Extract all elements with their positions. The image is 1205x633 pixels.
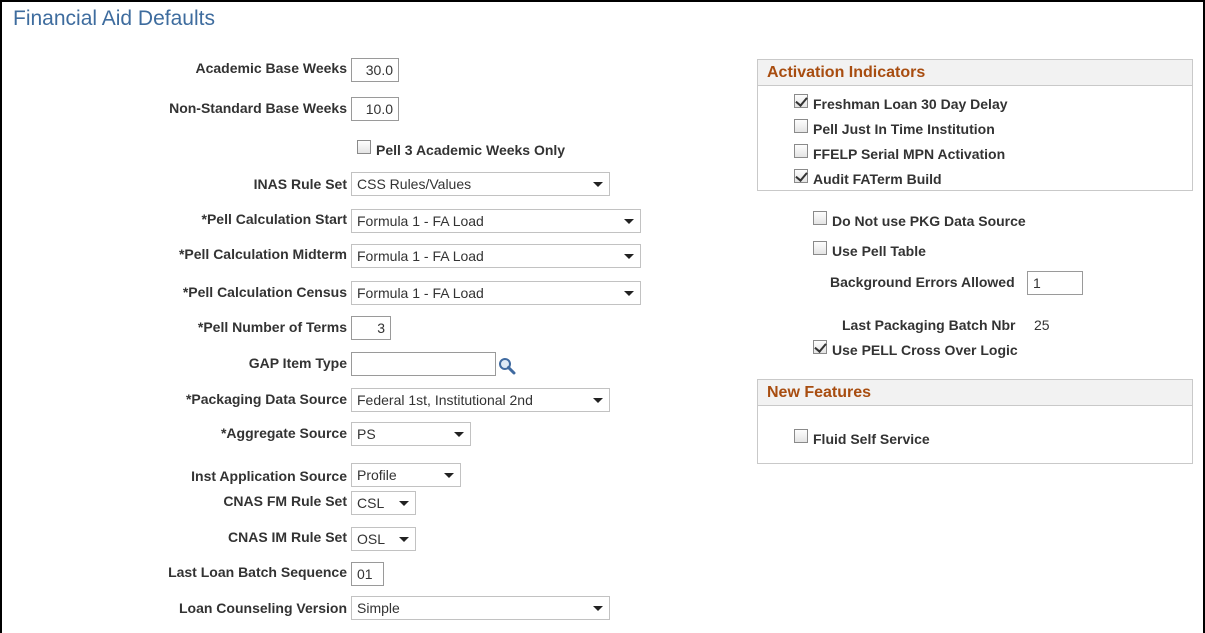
pell-3-academic-weeks-checkbox[interactable]: [357, 140, 371, 154]
pell-just-in-time-label: Pell Just In Time Institution: [813, 121, 995, 137]
academic-base-weeks-input[interactable]: 30.0: [351, 58, 399, 82]
fluid-self-service-checkbox[interactable]: [794, 429, 808, 443]
last-loan-batch-sequence-input[interactable]: 01: [351, 562, 384, 586]
chevron-down-icon: [454, 432, 464, 437]
page-title: Financial Aid Defaults: [13, 7, 215, 30]
chevron-down-icon: [444, 473, 454, 478]
use-pell-table-label: Use Pell Table: [832, 243, 926, 259]
gap-item-type-label: GAP Item Type: [248, 355, 347, 371]
activation-indicators-header: Activation Indicators: [758, 60, 1192, 86]
cnas-fm-rule-set-label: CNAS FM Rule Set: [223, 493, 347, 509]
loan-counseling-version-value: Simple: [357, 600, 400, 616]
packaging-data-source-label: *Packaging Data Source: [185, 391, 347, 407]
pell-calc-census-value: Formula 1 - FA Load: [357, 285, 484, 301]
inst-application-source-label: Inst Application Source: [191, 468, 347, 484]
gap-item-type-input[interactable]: [351, 352, 496, 376]
loan-counseling-version-label: Loan Counseling Version: [178, 600, 347, 616]
pell-calc-midterm-value: Formula 1 - FA Load: [357, 248, 484, 264]
aggregate-source-select[interactable]: PS: [351, 422, 471, 446]
last-packaging-batch-value: 25: [1034, 317, 1050, 333]
pell-calc-census-select[interactable]: Formula 1 - FA Load: [351, 281, 641, 305]
pell-calc-start-label: *Pell Calculation Start: [201, 211, 347, 227]
new-features-header: New Features: [758, 380, 1192, 406]
chevron-down-icon: [593, 398, 603, 403]
packaging-data-source-select[interactable]: Federal 1st, Institutional 2nd: [351, 388, 610, 412]
audit-faterm-build-checkbox[interactable]: [794, 169, 808, 183]
last-packaging-batch-label: Last Packaging Batch Nbr: [842, 317, 1016, 333]
packaging-data-source-value: Federal 1st, Institutional 2nd: [357, 392, 533, 408]
non-standard-base-weeks-label: Non-Standard Base Weeks: [169, 100, 347, 116]
cnas-im-rule-set-value: OSL: [357, 531, 386, 547]
inas-rule-set-label: INAS Rule Set: [253, 176, 347, 192]
chevron-down-icon: [593, 606, 603, 611]
fluid-self-service-label: Fluid Self Service: [813, 431, 930, 447]
pell-calc-midterm-select[interactable]: Formula 1 - FA Load: [351, 244, 641, 268]
pell-just-in-time-checkbox[interactable]: [794, 119, 808, 133]
use-pell-cross-over-label: Use PELL Cross Over Logic: [832, 342, 1018, 358]
loan-counseling-version-select[interactable]: Simple: [351, 596, 610, 620]
cnas-fm-rule-set-value: CSL: [357, 495, 385, 511]
freshman-loan-delay-label: Freshman Loan 30 Day Delay: [813, 96, 1008, 112]
use-pell-cross-over-checkbox[interactable]: [813, 340, 827, 354]
cnas-im-rule-set-label: CNAS IM Rule Set: [227, 529, 347, 545]
new-features-title: New Features: [767, 384, 872, 401]
audit-faterm-build-label: Audit FATerm Build: [813, 171, 942, 187]
academic-base-weeks-label: Academic Base Weeks: [195, 60, 348, 76]
inst-application-source-value: Profile: [357, 467, 397, 483]
pell-3-academic-weeks-label: Pell 3 Academic Weeks Only: [376, 142, 566, 158]
cnas-fm-rule-set-select[interactable]: CSL: [351, 491, 416, 515]
inst-application-source-select[interactable]: Profile: [351, 463, 461, 487]
pell-calc-midterm-label: *Pell Calculation Midterm: [178, 246, 347, 262]
chevron-down-icon: [399, 501, 409, 506]
chevron-down-icon: [624, 291, 634, 296]
do-not-use-pkg-label: Do Not use PKG Data Source: [832, 213, 1026, 229]
pell-number-of-terms-input[interactable]: 3: [351, 316, 391, 340]
use-pell-table-checkbox[interactable]: [813, 241, 827, 255]
pell-calc-census-label: *Pell Calculation Census: [182, 284, 347, 300]
chevron-down-icon: [399, 537, 409, 542]
pell-number-of-terms-label: *Pell Number of Terms: [197, 319, 347, 335]
do-not-use-pkg-checkbox[interactable]: [813, 211, 827, 225]
cnas-im-rule-set-select[interactable]: OSL: [351, 527, 416, 551]
ffelp-serial-mpn-label: FFELP Serial MPN Activation: [813, 146, 1006, 162]
last-loan-batch-sequence-label: Last Loan Batch Sequence: [168, 564, 347, 580]
chevron-down-icon: [624, 219, 634, 224]
pell-calc-start-value: Formula 1 - FA Load: [357, 213, 484, 229]
new-features-group: New Features Fluid Self Service: [757, 379, 1193, 464]
ffelp-serial-mpn-checkbox[interactable]: [794, 144, 808, 158]
freshman-loan-delay-checkbox[interactable]: [794, 94, 808, 108]
chevron-down-icon: [593, 182, 603, 187]
aggregate-source-label: *Aggregate Source: [220, 425, 347, 441]
activation-indicators-title: Activation Indicators: [767, 64, 926, 81]
aggregate-source-value: PS: [357, 426, 376, 442]
inas-rule-set-select[interactable]: CSS Rules/Values: [351, 172, 610, 196]
inas-rule-set-value: CSS Rules/Values: [357, 176, 472, 192]
chevron-down-icon: [624, 254, 634, 259]
magnifier-icon[interactable]: [498, 357, 516, 375]
background-errors-label: Background Errors Allowed: [830, 274, 1015, 290]
pell-calc-start-select[interactable]: Formula 1 - FA Load: [351, 209, 641, 233]
activation-indicators-group: Activation Indicators Freshman Loan 30 D…: [757, 59, 1193, 191]
non-standard-base-weeks-input[interactable]: 10.0: [351, 97, 399, 121]
background-errors-input[interactable]: 1: [1027, 271, 1083, 295]
